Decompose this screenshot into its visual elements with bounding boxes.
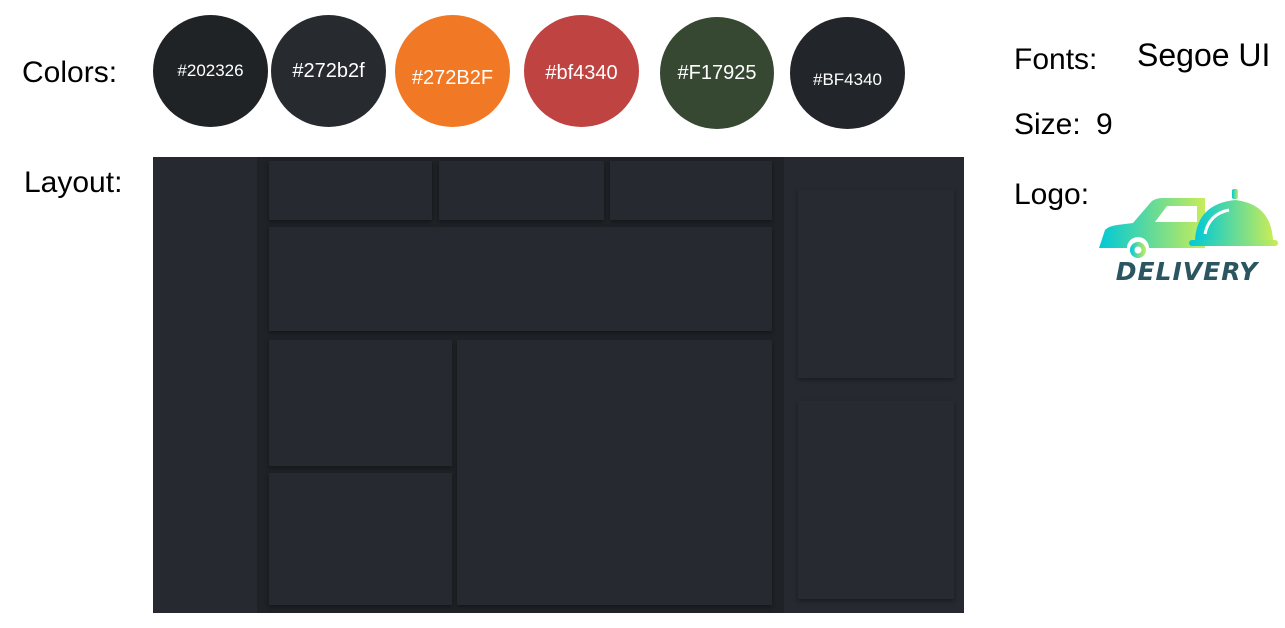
layout-label: Layout: bbox=[24, 166, 123, 199]
swatch-6: #BF4340 bbox=[790, 17, 905, 129]
swatch-5: #F17925 bbox=[660, 17, 774, 129]
layout-top-card-1 bbox=[269, 161, 432, 220]
swatch-3-label: #272B2F bbox=[411, 66, 494, 89]
font-size-value: 9 bbox=[1096, 108, 1113, 141]
swatch-5-label: #F17925 bbox=[677, 61, 757, 84]
layout-top-card-2 bbox=[439, 161, 604, 220]
swatch-1-label: #202326 bbox=[177, 61, 244, 80]
delivery-logo: DELIVERY bbox=[1093, 182, 1279, 292]
style-guide: Colors: #202326 #272b2f #272B2F #bf4340 … bbox=[0, 0, 1285, 628]
layout-preview bbox=[153, 157, 964, 613]
swatch-3: #272B2F bbox=[395, 15, 510, 127]
layout-small-card-2 bbox=[269, 473, 452, 605]
layout-right-card-2 bbox=[798, 401, 954, 599]
swatch-6-label: #BF4340 bbox=[813, 70, 882, 89]
layout-small-card-1 bbox=[269, 340, 452, 466]
swatch-1: #202326 bbox=[153, 15, 268, 127]
swatch-4: #bf4340 bbox=[524, 15, 639, 127]
delivery-logo-icon: DELIVERY bbox=[1099, 189, 1278, 286]
swatch-2-label: #272b2f bbox=[292, 59, 365, 82]
font-name-value: Segoe UI bbox=[1137, 37, 1271, 73]
colors-label: Colors: bbox=[22, 56, 118, 89]
layout-right-card-1 bbox=[798, 190, 954, 378]
layout-top-card-3 bbox=[610, 161, 772, 220]
delivery-logo-text: DELIVERY bbox=[1116, 257, 1260, 286]
logo-label: Logo: bbox=[1014, 178, 1090, 211]
layout-sidebar-left bbox=[153, 157, 257, 613]
swatch-2: #272b2f bbox=[271, 15, 386, 127]
layout-large-card bbox=[457, 340, 772, 605]
swatch-4-label: #bf4340 bbox=[545, 61, 618, 84]
fonts-label: Fonts: bbox=[1014, 43, 1098, 76]
size-label: Size: bbox=[1014, 108, 1081, 141]
layout-wide-card bbox=[269, 227, 772, 331]
